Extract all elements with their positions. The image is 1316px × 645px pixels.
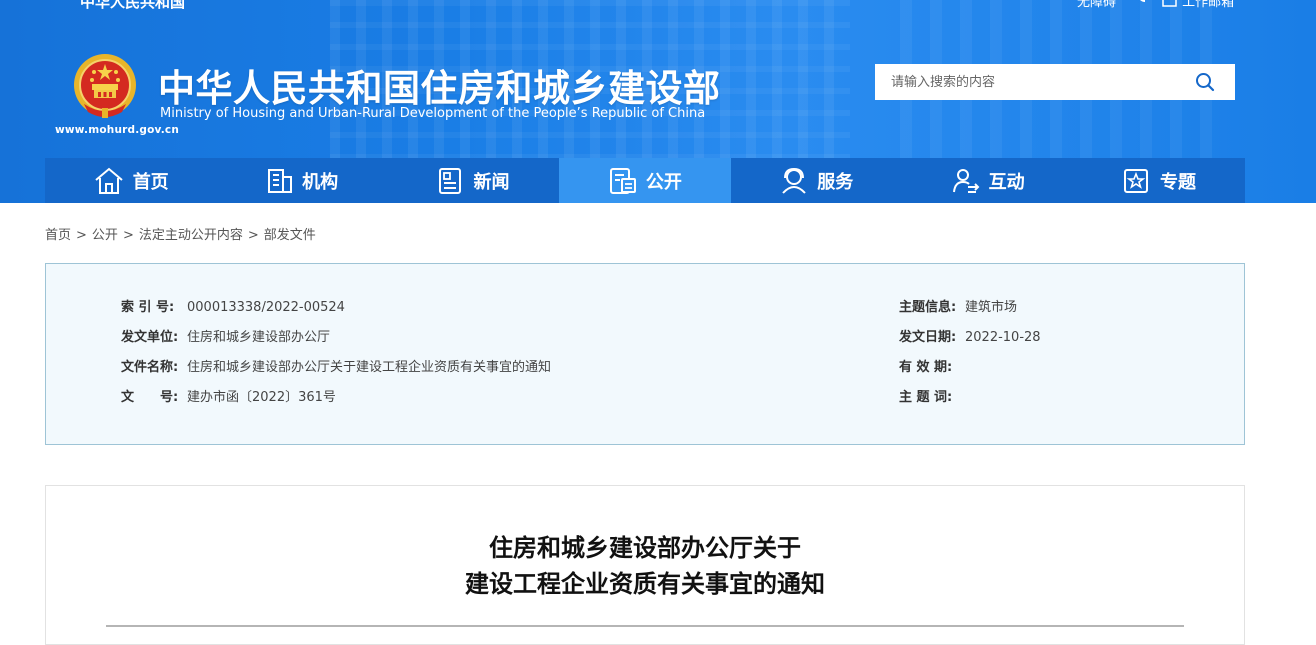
top-left-text: 中华人民共和国 <box>80 0 186 11</box>
nav-news-label: 新闻 <box>473 171 510 193</box>
national-emblem-logo[interactable] <box>72 52 138 122</box>
nav-home-label: 首页 <box>132 171 169 193</box>
info-docnum-label: 文 号: <box>121 390 179 405</box>
main-nav: 首页 机构 新闻 公开 服务 互动 专题 <box>45 158 1245 203</box>
home-icon <box>95 167 123 194</box>
building-icon <box>268 168 293 193</box>
nav-topics-label: 专题 <box>1160 171 1197 193</box>
work-mail-link[interactable]: 工作邮箱 <box>1162 0 1234 10</box>
info-topic-value: 建筑市场 <box>965 300 1018 315</box>
breadcrumb-public[interactable]: 公开 <box>92 228 118 243</box>
document-icon <box>609 167 636 194</box>
breadcrumb-separator: > <box>122 228 134 243</box>
service-icon <box>782 167 806 194</box>
search-input[interactable] <box>875 64 1185 100</box>
info-issuer-label: 发文单位: <box>121 330 179 345</box>
nav-home[interactable]: 首页 <box>45 158 216 203</box>
breadcrumb-home[interactable]: 首页 <box>45 228 71 243</box>
phone-icon[interactable] <box>1133 0 1147 7</box>
info-validity-label: 有 效 期: <box>899 360 953 375</box>
nav-interaction-label: 互动 <box>988 171 1025 193</box>
star-topic-icon <box>1124 168 1149 193</box>
article-container: 住房和城乡建设部办公厅关于 建设工程企业资质有关事宜的通知 <box>45 485 1245 645</box>
nav-services-label: 服务 <box>817 171 854 193</box>
search-box <box>875 64 1235 100</box>
info-topic-label: 主题信息: <box>899 300 957 315</box>
info-index-label: 索 引 号: <box>121 300 175 315</box>
info-keywords-label: 主 题 词: <box>899 390 953 405</box>
info-docnum-value: 建办市函〔2022〕361号 <box>187 390 336 405</box>
news-icon <box>439 167 462 194</box>
ministry-title-en: Ministry of Housing and Urban-Rural Deve… <box>160 106 706 121</box>
info-docnum-row: 文 号: 建办市函〔2022〕361号 <box>121 386 336 405</box>
info-date-label: 发文日期: <box>899 330 957 345</box>
breadcrumb-ministry-documents[interactable]: 部发文件 <box>264 228 316 243</box>
info-index-value: 000013338/2022-00524 <box>187 300 345 315</box>
info-index-row: 索 引 号: 000013338/2022-00524 <box>121 296 345 315</box>
site-url: www.mohurd.gov.cn <box>55 124 180 136</box>
info-topic-row: 主题信息: 建筑市场 <box>899 296 1017 315</box>
info-docname-row: 文件名称: 住房和城乡建设部办公厅关于建设工程企业资质有关事宜的通知 <box>121 356 551 375</box>
info-docname-label: 文件名称: <box>121 360 179 375</box>
info-date-row: 发文日期: 2022-10-28 <box>899 326 1041 345</box>
info-validity-row: 有 效 期: <box>899 356 965 375</box>
article-title-line-1: 住房和城乡建设部办公厅关于 <box>489 534 801 562</box>
breadcrumb-separator: > <box>76 228 87 243</box>
search-icon <box>1196 73 1215 92</box>
info-keywords-row: 主 题 词: <box>899 386 965 405</box>
nav-public-label: 公开 <box>645 171 682 193</box>
document-info-box: 索 引 号: 000013338/2022-00524 发文单位: 住房和城乡建设部… <box>45 263 1245 445</box>
site-header: 中华人民共和国 无障碍 工作邮箱 www.mohurd.gov.cn 中华人民共… <box>0 0 1316 203</box>
nav-institutions-label: 机构 <box>302 171 339 193</box>
nav-news[interactable]: 新闻 <box>388 158 559 203</box>
nav-services[interactable]: 服务 <box>731 158 902 203</box>
nav-topics[interactable]: 专题 <box>1073 158 1244 203</box>
article-title-line-2: 建设工程企业资质有关事宜的通知 <box>465 570 825 598</box>
nav-institutions[interactable]: 机构 <box>216 158 387 203</box>
breadcrumb-statutory-public[interactable]: 法定主动公开内容 <box>139 228 243 243</box>
info-date-value: 2022-10-28 <box>965 330 1041 345</box>
search-button[interactable] <box>1175 64 1235 100</box>
ministry-title-cn: 中华人民共和国住房和城乡建设部 <box>158 67 721 110</box>
article-divider <box>106 625 1184 627</box>
work-mail-label: 工作邮箱 <box>1182 0 1235 10</box>
breadcrumb-separator: > <box>247 228 259 243</box>
nav-interaction[interactable]: 互动 <box>902 158 1073 203</box>
info-issuer-row: 发文单位: 住房和城乡建设部办公厅 <box>121 326 330 345</box>
info-issuer-value: 住房和城乡建设部办公厅 <box>187 330 331 345</box>
interaction-icon <box>952 168 980 193</box>
nav-public[interactable]: 公开 <box>559 158 731 203</box>
info-docname-value: 住房和城乡建设部办公厅关于建设工程企业资质有关事宜的通知 <box>187 360 552 375</box>
breadcrumb: 首页 > 公开 > 法定主动公开内容 > 部发文件 <box>45 224 316 243</box>
accessibility-link[interactable]: 无障碍 <box>1077 0 1116 10</box>
